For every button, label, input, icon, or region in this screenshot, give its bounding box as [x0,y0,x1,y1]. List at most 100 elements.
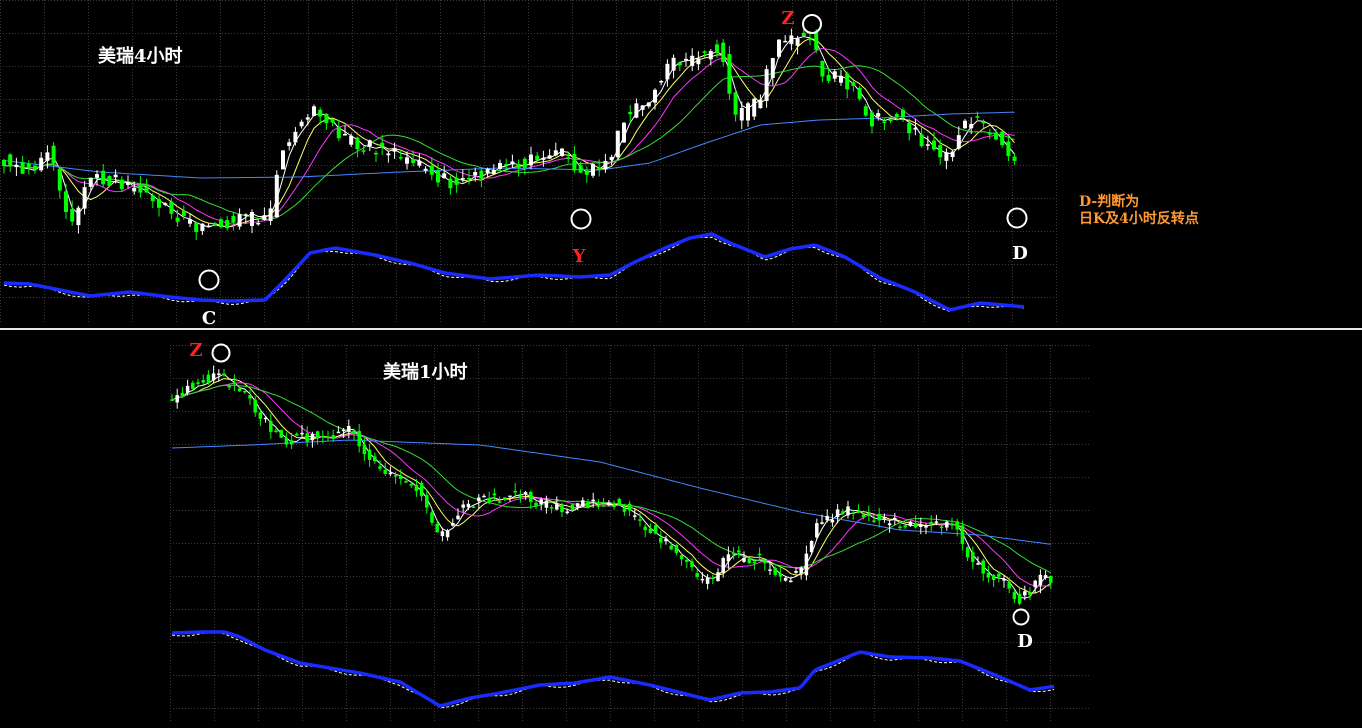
grid-dot [836,12,837,13]
grid-dot [836,204,837,205]
grid-dot [308,234,309,235]
grid-dot [606,33,607,34]
grid-dot [88,174,89,175]
grid-dot [528,81,529,82]
grid-dot [88,237,89,238]
grid-dot [352,63,353,64]
grid-dot [132,273,133,274]
grid-dot [0,93,1,94]
grid-dot [36,99,37,100]
grid-dot [572,174,573,175]
grid-dot [147,132,148,133]
grid-dot [0,237,1,238]
grid-dot [440,228,441,229]
grid-dot [837,0,838,1]
grid-dot [201,66,202,67]
grid-dot [708,99,709,100]
grid-dot [357,132,358,133]
grid-dot [1032,165,1033,166]
grid-dot [616,81,617,82]
grid-dot [660,60,661,61]
grid-dot [36,132,37,133]
grid-dot [308,318,309,319]
grid-dot [273,165,274,166]
grid-dot [996,0,997,1]
grid-dot [210,66,211,67]
grid-dot [440,261,441,262]
grid-dot [891,66,892,67]
grid-dot [660,291,661,292]
grid-dot [462,0,463,1]
grid-dot [308,267,309,268]
grid-dot [738,0,739,1]
grid-dot [1044,33,1045,34]
grid-dot [942,132,943,133]
grid-dot [44,99,45,100]
grid-dot [429,198,430,199]
grid-dot [195,99,196,100]
grid-dot [363,99,364,100]
grid-dot [351,33,352,34]
grid-dot [651,165,652,166]
grid-dot [176,93,177,94]
grid-dot [435,66,436,67]
grid-dot [792,63,793,64]
grid-dot [1056,243,1057,244]
grid-dot [528,126,529,127]
grid-dot [540,0,541,1]
grid-dot [968,225,969,226]
grid-dot [264,111,265,112]
grid-dot [308,78,309,79]
grid-dot [484,258,485,259]
grid-dot [654,132,655,133]
grid-dot [220,231,221,232]
grid-dot [921,33,922,34]
grid-dot [51,66,52,67]
grid-dot [477,33,478,34]
grid-dot [225,198,226,199]
grid-dot [1011,132,1012,133]
grid-dot [660,210,661,211]
grid-dot [968,300,969,301]
grid-dot [840,33,841,34]
grid-dot [924,315,925,316]
grid-dot [528,123,529,124]
grid-dot [528,48,529,49]
grid-dot [1044,99,1045,100]
grid-dot [264,99,265,100]
grid-dot [264,156,265,157]
grid-dot [132,36,133,37]
grid-dot [144,165,145,166]
grid-dot [396,84,397,85]
grid-dot [921,66,922,67]
grid-dot [528,153,529,154]
grid-dot [616,291,617,292]
grid-dot [836,9,837,10]
grid-dot [426,132,427,133]
grid-dot [393,132,394,133]
grid-dot [264,315,265,316]
grid-dot [308,165,309,166]
grid-dot [48,0,49,1]
grid-dot [285,33,286,34]
grid-dot [968,291,969,292]
grid-dot [220,318,221,319]
grid-dot [308,294,309,295]
grid-dot [387,0,388,1]
grid-dot [678,99,679,100]
grid-dot [1005,165,1006,166]
grid-dot [1005,33,1006,34]
grid-dot [624,0,625,1]
grid-dot [44,270,45,271]
grid-dot [240,99,241,100]
grid-dot [836,93,837,94]
grid-dot [616,99,617,100]
grid-dot [162,198,163,199]
grid-dot [720,99,721,100]
grid-dot [879,66,880,67]
grid-dot [90,33,91,34]
grid-dot [616,9,617,10]
grid-dot [748,39,749,40]
grid-dot [1012,132,1013,133]
grid-dot [572,27,573,28]
